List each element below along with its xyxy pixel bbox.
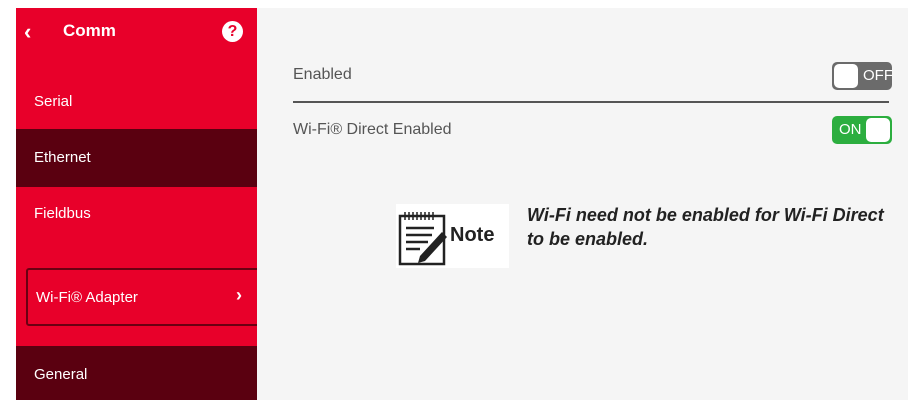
- notepad-pencil-icon: [398, 212, 447, 266]
- toggle-state-text: OFF: [863, 67, 893, 84]
- sidebar-item-label: Fieldbus: [34, 205, 91, 222]
- divider: [293, 101, 889, 103]
- note-label: Note: [450, 224, 495, 246]
- sidebar-item-label: Wi-Fi® Adapter: [36, 289, 138, 306]
- sidebar-item-label: General: [34, 366, 88, 383]
- sidebar-item-fieldbus[interactable]: Fieldbus: [16, 185, 257, 243]
- sidebar: ‹ Comm ? Serial Ethernet Fieldbus Wi-Fi®…: [16, 8, 267, 400]
- enabled-toggle[interactable]: OFF: [832, 62, 893, 90]
- sidebar-item-wifi-adapter[interactable]: Wi-Fi® Adapter ›: [26, 268, 267, 326]
- chevron-left-icon[interactable]: ‹: [24, 20, 44, 44]
- wifi-direct-toggle[interactable]: ON: [832, 116, 892, 144]
- toggle-state-text: ON: [839, 121, 862, 138]
- chevron-right-icon: ›: [236, 285, 242, 305]
- wifi-direct-label: Wi-Fi® Direct Enabled: [293, 121, 452, 138]
- toggle-knob: [866, 118, 890, 142]
- sidebar-item-ethernet[interactable]: Ethernet: [16, 129, 257, 187]
- note-text: Wi-Fi need not be enabled for Wi-Fi Dire…: [527, 205, 884, 249]
- note-badge: Note: [396, 204, 509, 268]
- sidebar-item-label: Ethernet: [34, 149, 91, 166]
- sidebar-header: ‹ Comm ?: [16, 8, 257, 56]
- sidebar-title: Comm: [63, 21, 116, 40]
- enabled-label: Enabled: [293, 66, 352, 83]
- sidebar-item-serial[interactable]: Serial: [16, 73, 257, 131]
- sidebar-item-label: Serial: [34, 93, 73, 110]
- sidebar-item-general[interactable]: General: [16, 346, 257, 400]
- toggle-knob: [834, 64, 858, 88]
- help-icon[interactable]: ?: [222, 21, 243, 42]
- settings-panel: Enabled OFF Wi-Fi® Direct Enabled ON Not…: [257, 8, 908, 400]
